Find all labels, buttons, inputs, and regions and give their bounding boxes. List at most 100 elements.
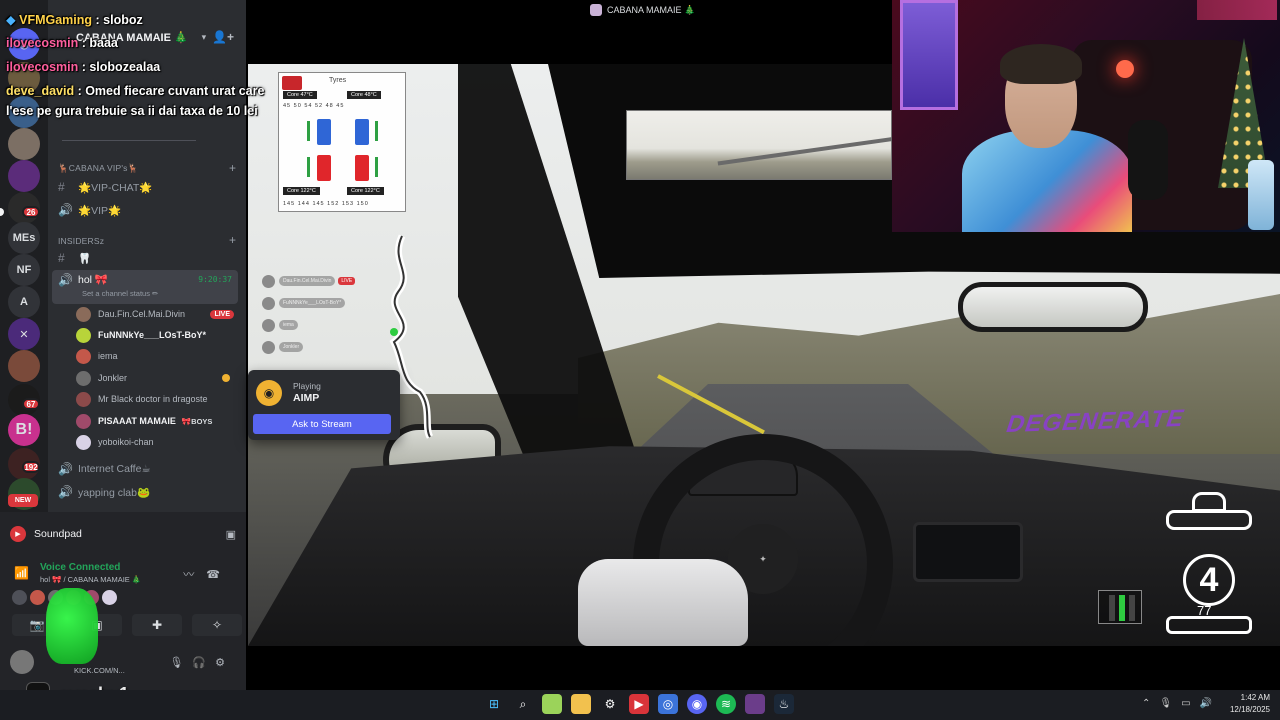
avatar[interactable] (10, 650, 34, 674)
channel-label: yapping clab🐸 (78, 486, 151, 499)
tyre-core-rr: Core 122°C (347, 187, 384, 195)
pedal-hud (1098, 590, 1142, 624)
channel-status[interactable]: Set a channel status ✏ (82, 289, 158, 298)
chat-text: slobozealaa (89, 60, 161, 74)
overlay-user: Jonkler (262, 340, 304, 354)
voice-user[interactable]: Jonkler (76, 368, 246, 388)
soundpad-label: Soundpad (34, 528, 82, 540)
voice-user[interactable]: iema (76, 346, 246, 366)
file-explorer-icon[interactable] (571, 694, 591, 714)
search-icon[interactable]: ⌕ (513, 694, 533, 714)
voice-actions: 〰☎ (183, 566, 232, 582)
activities-button[interactable]: ✚ (132, 614, 182, 636)
discord-icon[interactable]: ◉ (687, 694, 707, 714)
clock-date: 12/18/2025 (1229, 705, 1270, 714)
user-name: FuNNNkYe___LOsT-BoY* (98, 330, 207, 340)
category-insiders[interactable]: INSIDERSz (58, 236, 104, 246)
add-channel-icon[interactable]: + (229, 161, 236, 175)
noise-suppression-icon[interactable]: 〰 (183, 569, 206, 581)
tyre-bar (375, 121, 378, 141)
green-sticker (46, 588, 98, 664)
tyre-core-rl: Core 122°C (283, 187, 320, 195)
hashtag-icon: # (58, 251, 65, 265)
voice-user[interactable]: Mr Black doctor in dragoste (76, 389, 246, 409)
tyre-top-nums: 45 50 54 52 48 45 (283, 103, 345, 109)
avatar (76, 348, 91, 364)
game-launcher-icon[interactable] (745, 694, 765, 714)
channel-tooth[interactable]: # 🦷 (58, 248, 238, 268)
tyre-bar (307, 157, 310, 177)
clock[interactable]: 1:42 AM 12/18/2025 (1230, 692, 1270, 716)
channel-label: Internet Caffe☕ (78, 463, 151, 475)
avatar (262, 274, 275, 288)
car-position-marker (390, 328, 398, 336)
soundboard-button[interactable]: ✧ (192, 614, 242, 636)
channel-internet-caffe[interactable]: 🔊 Internet Caffe☕ (58, 459, 238, 479)
add-user-icon[interactable]: 👤+ (212, 30, 234, 44)
soundpad-activity[interactable]: ▶ Soundpad ▣ (10, 522, 240, 546)
steam-icon[interactable]: ♨ (774, 694, 794, 714)
avatar (76, 370, 91, 386)
tyre-front-right (355, 119, 369, 145)
microphone-icon[interactable]: 🎙 (1159, 698, 1181, 709)
windows-start-icon[interactable]: ⊞ (484, 694, 504, 714)
chat-username: ilovecosmin (6, 60, 79, 74)
gear-icon[interactable]: ⚙ (215, 657, 234, 669)
channel-vip[interactable]: 🔊 🌟VIP🌟 (58, 200, 238, 220)
server-icon[interactable] (8, 350, 40, 382)
signal-icon[interactable]: 📶 (14, 566, 29, 580)
neon-light (1197, 0, 1277, 20)
youtube-icon[interactable]: ▶ (629, 694, 649, 714)
disconnect-icon[interactable]: ☎ (206, 569, 232, 581)
voice-user[interactable]: PISAAAT MAMAIE 🎀BOYS (76, 411, 246, 431)
voice-user[interactable]: Dau.Fin.Cel.Mai.Divin LIVE (76, 304, 246, 324)
game-name: AIMP (293, 392, 320, 404)
guardrail (717, 136, 897, 166)
spotify-icon[interactable]: ≋ (716, 694, 736, 714)
channel-yapping-clab[interactable]: 🔊 yapping clab🐸 (58, 482, 238, 502)
category-cabana-vips[interactable]: 🦌CABANA VIP's🦌 (58, 163, 138, 174)
server-item-a[interactable]: A (8, 286, 40, 318)
tyre-hud: Tyres Core 47°C Core 48°C 45 50 54 52 48… (278, 72, 406, 212)
channel-label: 🌟VIP-CHAT🌟 (78, 181, 153, 194)
server-icon[interactable]: ✕ (8, 318, 40, 350)
chat-username: ilovecosmin (6, 36, 79, 50)
add-channel-icon[interactable]: + (229, 233, 236, 247)
server-item-mes[interactable]: MEs (8, 222, 40, 254)
user-panel: ▶ Soundpad ▣ 📶 Voice Connected hol 🎀 / C… (0, 512, 246, 690)
avatar (30, 590, 45, 605)
voice-user[interactable]: FuNNNkYe___LOsT-BoY* (76, 325, 246, 345)
tyre-rear-left (317, 155, 331, 181)
car-hud-nose (1192, 492, 1226, 512)
headphones-icon[interactable]: 🎧 (192, 657, 215, 669)
rear-view-inset (626, 110, 897, 180)
microphone-icon[interactable]: 🎙 (169, 657, 192, 669)
server-item-nf[interactable]: NF (8, 254, 40, 286)
notepad-icon[interactable] (542, 694, 562, 714)
server-icon[interactable]: B! (8, 414, 40, 446)
webcam-feed (892, 0, 1280, 232)
voice-user[interactable]: yoboikoi-chan (76, 432, 246, 452)
network-icon[interactable]: ▭ (1181, 698, 1199, 709)
user-controls: 🎙🎧⚙ (169, 656, 234, 669)
rearview-mirror (958, 282, 1148, 332)
speaker-icon: 🔊 (58, 273, 73, 287)
channel-vip-chat[interactable]: # 🌟VIP-CHAT🌟 (58, 177, 238, 197)
ask-to-stream-button[interactable]: Ask to Stream (253, 414, 391, 434)
chrome-icon[interactable]: ◎ (658, 694, 678, 714)
overlay-user-label: FuNNNkYe___LOsT-BoY* (279, 298, 346, 308)
playing-label: Playing (293, 381, 321, 391)
chevron-up-icon[interactable]: ⌃ (1142, 698, 1159, 709)
chat-message: ilovecosmin : slobozealaa (6, 60, 161, 74)
tyre-front-left (317, 119, 331, 145)
tyre-hud-title: Tyres (329, 77, 347, 84)
voice-connected-label[interactable]: Voice Connected (40, 562, 120, 573)
settings-icon[interactable]: ⚙ (600, 694, 620, 714)
screen-share-icon[interactable]: ▣ (226, 528, 236, 541)
unread-badge: 192 (22, 461, 40, 473)
server-icon[interactable] (8, 160, 40, 192)
server-icon[interactable] (8, 128, 40, 160)
gear-indicator: 4 (1183, 554, 1235, 606)
volume-icon[interactable]: 🔊 (1200, 698, 1221, 709)
channel-hol[interactable]: 🔊 hol 🎀 Set a channel status ✏ 9:20:37 (52, 270, 238, 304)
